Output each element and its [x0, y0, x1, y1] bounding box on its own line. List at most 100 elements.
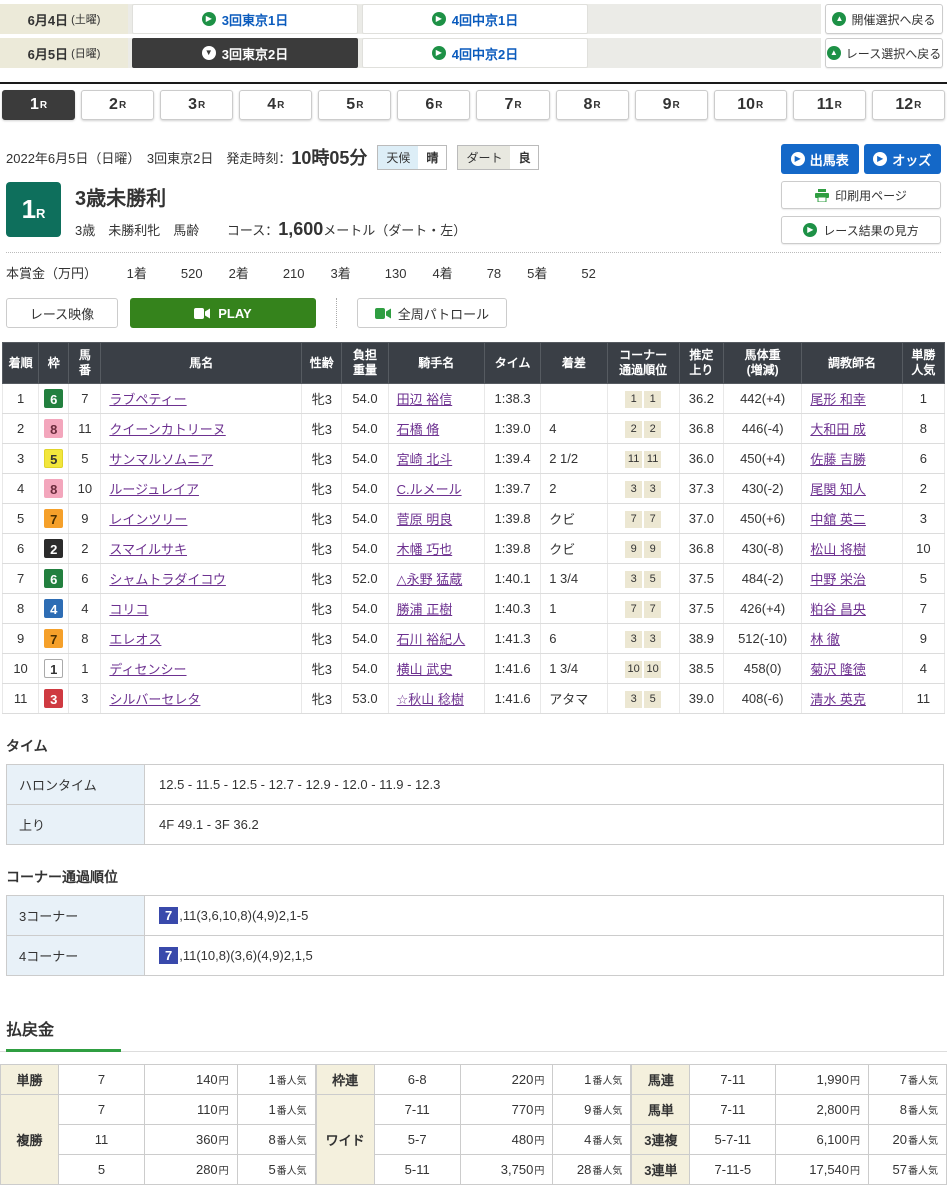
payout-bet-type: 3連単: [632, 1155, 690, 1185]
popularity-unit: 番人気: [908, 1106, 938, 1117]
cell-trainer-name-link[interactable]: 大和田 成: [810, 422, 866, 437]
corner-position-box: 3: [625, 571, 642, 588]
cell-jockey-name-link[interactable]: 木幡 巧也: [397, 542, 453, 557]
cell-jockey-name-link[interactable]: 宮崎 北斗: [397, 452, 453, 467]
weather-badge: 天候 晴: [377, 145, 447, 170]
race-tab-4R[interactable]: 4R: [239, 90, 312, 120]
cell-body-weight: 446(-4): [723, 414, 801, 444]
prize-item: 2着210: [229, 266, 305, 281]
cell-jockey-name-link[interactable]: △永野 猛蔵: [397, 572, 463, 587]
kaisai-link-chukyo1[interactable]: ▶ 4回中京1日: [362, 4, 588, 34]
cell-trainer-name: 中舘 英二: [802, 504, 902, 534]
payout-combination: 7-11: [374, 1095, 460, 1125]
cell-jockey-name-link[interactable]: 菅原 明良: [397, 512, 453, 527]
payout-combination: 6-8: [374, 1065, 460, 1095]
cell-horse-name: ラブペティー: [101, 384, 302, 414]
race-tab-8R[interactable]: 8R: [556, 90, 629, 120]
cell-jockey-name-link[interactable]: 田辺 裕信: [397, 392, 453, 407]
back-to-race-select-button[interactable]: ▲ レース選択へ戻る: [825, 38, 943, 68]
payout-tables: 単勝7140円1番人気複勝7110円1番人気11360円8番人気5280円5番人…: [0, 1064, 947, 1185]
cell-trainer-name-link[interactable]: 林 徹: [810, 632, 840, 647]
cell-jockey-name-link[interactable]: 石川 裕紀人: [397, 632, 466, 647]
cell-horse-name-link[interactable]: スマイルサキ: [109, 542, 187, 557]
cell-jockey-name-link[interactable]: ☆秋山 稔樹: [397, 692, 464, 707]
race-tab-1R[interactable]: 1R: [2, 90, 75, 120]
cell-carried-weight: 53.0: [342, 684, 388, 714]
cell-jockey-name-link[interactable]: 横山 武史: [397, 662, 453, 677]
race-tab-10R[interactable]: 10R: [714, 90, 787, 120]
tab-number: 12: [895, 96, 913, 114]
tab-suffix: R: [435, 100, 442, 111]
race-tab-5R[interactable]: 5R: [318, 90, 391, 120]
cell-jockey-name-link[interactable]: C.ルメール: [397, 482, 462, 497]
cell-carried-weight: 54.0: [342, 534, 388, 564]
cell-horse-name: クイーンカトリーヌ: [101, 414, 302, 444]
cell-trainer-name: 大和田 成: [802, 414, 902, 444]
kaisai-row-left: 6月5日 (日曜) ▼ 3回東京2日 ▶ 4回中京2日: [0, 38, 821, 68]
race-tab-3R[interactable]: 3R: [160, 90, 233, 120]
race-tab-11R[interactable]: 11R: [793, 90, 866, 120]
cell-horse-name-link[interactable]: レインツリー: [109, 512, 187, 527]
cell-horse-name-link[interactable]: エレオス: [109, 632, 161, 647]
tab-suffix: R: [756, 100, 763, 111]
race-tab-12R[interactable]: 12R: [872, 90, 945, 120]
cell-horse-name-link[interactable]: クイーンカトリーヌ: [109, 422, 225, 437]
info-row: 3コーナー7,11(3,6,10,8)(4,9)2,1-5: [7, 896, 944, 936]
frame-number-badge: 4: [44, 599, 63, 618]
cell-horse-name-link[interactable]: ラブペティー: [109, 392, 186, 407]
play-button[interactable]: PLAY: [130, 298, 316, 328]
entries-button[interactable]: ▶ 出馬表: [781, 144, 859, 174]
kaisai-link-chukyo2[interactable]: ▶ 4回中京2日: [362, 38, 588, 68]
corner-position-box: 5: [644, 571, 661, 588]
odds-button[interactable]: ▶ オッズ: [864, 144, 942, 174]
cell-trainer-name-link[interactable]: 尾形 和幸: [810, 392, 866, 407]
cell-horse-number: 3: [69, 684, 101, 714]
cell-trainer-name-link[interactable]: 佐藤 吉勝: [810, 452, 866, 467]
tab-suffix: R: [914, 100, 921, 111]
race-tab-7R[interactable]: 7R: [476, 90, 549, 120]
payout-popularity: 9番人気: [553, 1095, 631, 1125]
cell-trainer-name-link[interactable]: 清水 英克: [810, 692, 866, 707]
cell-trainer-name-link[interactable]: 松山 将樹: [810, 542, 866, 557]
results-row: 579レインツリー牝354.0菅原 明良1:39.8クビ7737.0450(+6…: [3, 504, 945, 534]
race-tab-6R[interactable]: 6R: [397, 90, 470, 120]
cell-jockey-name-link[interactable]: 石橋 脩: [397, 422, 440, 437]
cell-trainer-name-link[interactable]: 粕谷 昌央: [810, 602, 866, 617]
cell-horse-number: 7: [69, 384, 101, 414]
cell-frame-number: 7: [39, 624, 69, 654]
kaisai-link-tokyo1[interactable]: ▶ 3回東京1日: [132, 4, 358, 34]
back-to-kaisai-button[interactable]: ▲ 開催選択へ戻る: [825, 4, 943, 34]
cell-trainer-name-link[interactable]: 尾関 知人: [810, 482, 866, 497]
race-results-table: 着順枠馬 番馬名性齢負担 重量騎手名タイム着差コーナー 通過順位推定 上り馬体重…: [2, 342, 945, 714]
payout-popularity: 1番人気: [237, 1095, 315, 1125]
cell-horse-name-link[interactable]: シルバーセレタ: [109, 692, 200, 707]
payout-row: 3連複5-7-116,100円20番人気: [632, 1125, 947, 1155]
prize-item: 5着52: [527, 266, 596, 281]
cell-horse-name: スマイルサキ: [101, 534, 302, 564]
print-page-button[interactable]: 印刷用ページ: [781, 181, 941, 209]
result-guide-button[interactable]: ▶ レース結果の見方: [781, 216, 941, 244]
kaisai-link-label: 4回中京1日: [452, 10, 518, 29]
cell-horse-name-link[interactable]: シャムトラダイコウ: [109, 572, 225, 587]
payout-group-table: 馬連7-111,990円7番人気馬単7-112,800円8番人気3連複5-7-1…: [631, 1064, 947, 1185]
cell-horse-name-link[interactable]: コリコ: [109, 602, 148, 617]
results-header-cell: タイム: [484, 343, 540, 384]
cell-trainer-name-link[interactable]: 中舘 英二: [810, 512, 866, 527]
cell-horse-name-link[interactable]: サンマルソムニア: [109, 452, 213, 467]
race-tab-9R[interactable]: 9R: [635, 90, 708, 120]
race-video-button[interactable]: レース映像: [6, 298, 118, 328]
cell-horse-name-link[interactable]: ディセンシー: [109, 662, 186, 677]
kaisai-link-tokyo2-selected[interactable]: ▼ 3回東京2日: [132, 38, 358, 68]
cell-corner-positions: 1111: [607, 444, 679, 474]
cell-jockey-name-link[interactable]: 勝浦 正樹: [397, 602, 453, 617]
race-tab-2R[interactable]: 2R: [81, 90, 154, 120]
cell-horse-name-link[interactable]: ルージュレイア: [109, 482, 199, 497]
prize-place: 1着: [127, 266, 147, 281]
cell-trainer-name-link[interactable]: 菊沢 隆徳: [810, 662, 866, 677]
cell-trainer-name-link[interactable]: 中野 栄治: [810, 572, 866, 587]
payout-amount: 2,800円: [776, 1095, 869, 1125]
cell-horse-number: 4: [69, 594, 101, 624]
payout-popularity: 28番人気: [553, 1155, 631, 1185]
payout-heading: 払戻金: [6, 1016, 941, 1040]
patrol-video-button[interactable]: 全周パトロール: [357, 298, 507, 328]
